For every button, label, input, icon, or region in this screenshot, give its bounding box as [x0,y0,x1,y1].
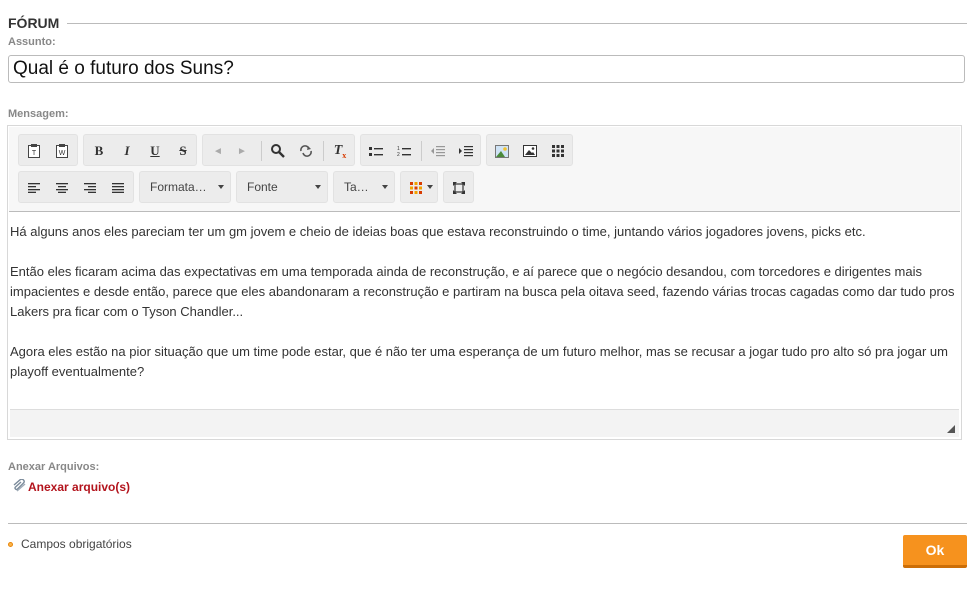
required-fields-note: Campos obrigatórios [8,537,132,551]
align-right-icon[interactable] [81,179,99,197]
toolbar-separator [323,141,324,161]
underline-icon[interactable]: U [146,142,164,160]
maximize-group [443,171,474,203]
list-group: 12 [360,134,481,166]
chevron-down-icon [218,185,224,189]
justify-icon[interactable] [109,179,127,197]
text-style-group: B I U S [83,134,197,166]
strikethrough-icon[interactable]: S [174,142,192,160]
table-icon[interactable] [549,142,567,160]
image-icon[interactable] [493,142,511,160]
subject-label: Assunto: [8,36,56,48]
editor-content[interactable]: Há alguns anos eles pareciam ter um gm j… [10,222,955,402]
footer-divider [8,523,967,524]
undo-icon[interactable]: ◄ [209,142,227,160]
attach-files-label: Anexar arquivo(s) [28,480,131,494]
font-label: Fonte [247,180,278,194]
maximize-icon[interactable] [450,179,468,197]
legend-divider [67,23,967,24]
svg-text:T: T [32,150,37,157]
size-label: Ta… [344,180,369,194]
align-center-icon[interactable] [53,179,71,197]
chevron-down-icon [382,185,388,189]
required-dot-icon [8,541,13,547]
size-dropdown[interactable]: Ta… [333,171,395,203]
outdent-icon[interactable] [429,142,447,160]
svg-text:W: W [59,150,66,157]
section-title: FÓRUM [8,15,60,31]
svg-text:2: 2 [397,152,400,157]
attachments-label: Anexar Arquivos: [8,461,100,473]
text-color-icon [407,179,425,197]
forum-legend: FÓRUM [8,15,967,31]
find-icon[interactable] [269,142,287,160]
attach-files-link[interactable]: Anexar arquivo(s) [12,478,131,495]
toolbar-separator [261,141,262,161]
paperclip-icon [12,478,27,495]
bold-icon[interactable]: B [90,142,108,160]
editor-toolbar: T W B I U S ◄ ► Tx 1 2 Formata… Fonte Ta… [9,127,960,212]
clipboard-group: T W [18,134,78,166]
text-color-button[interactable] [400,171,438,203]
redo-icon[interactable]: ► [233,142,251,160]
paste-word-icon[interactable]: W [53,142,71,160]
rich-text-editor: T W B I U S ◄ ► Tx 1 2 Formata… Fonte Ta… [7,125,962,440]
editor-statusbar [10,409,959,437]
image-upload-icon[interactable] [521,142,539,160]
message-paragraph: Há alguns anos eles pareciam ter um gm j… [10,224,866,239]
format-dropdown[interactable]: Formata… [139,171,231,203]
ok-button[interactable]: Ok [903,535,967,568]
insert-group [486,134,573,166]
bulleted-list-icon[interactable] [367,142,385,160]
indent-icon[interactable] [457,142,475,160]
message-label: Mensagem: [8,108,69,120]
replace-icon[interactable] [297,142,315,160]
message-paragraph: Então eles ficaram acima das expectativa… [10,264,955,319]
resize-handle-icon[interactable] [947,425,955,433]
message-paragraph: Agora eles estão na pior situação que um… [10,344,948,379]
font-dropdown[interactable]: Fonte [236,171,328,203]
align-left-icon[interactable] [25,179,43,197]
italic-icon[interactable]: I [118,142,136,160]
format-label: Formata… [150,180,207,194]
numbered-list-icon[interactable]: 12 [395,142,413,160]
toolbar-separator [421,141,422,161]
remove-format-icon[interactable]: Tx [331,142,349,160]
subject-input[interactable] [8,55,965,83]
required-fields-label: Campos obrigatórios [21,537,132,551]
chevron-down-icon [315,185,321,189]
history-find-group: ◄ ► Tx [202,134,355,166]
alignment-group [18,171,134,203]
chevron-down-icon [427,185,433,189]
paste-text-icon[interactable]: T [25,142,43,160]
